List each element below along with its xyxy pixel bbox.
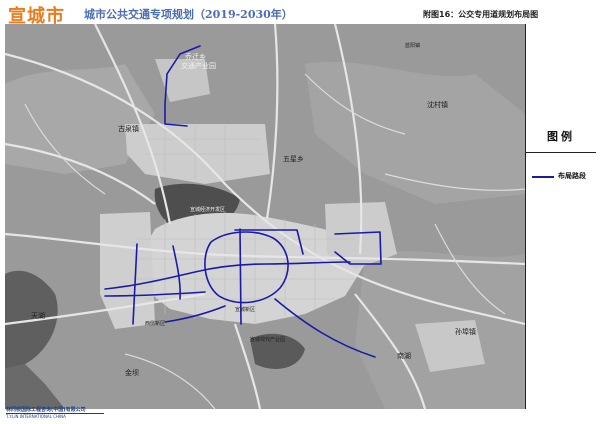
- place-jinba: 金坝: [125, 369, 139, 377]
- urban-west: [100, 212, 155, 329]
- map-graphics: [5, 24, 525, 409]
- company-logo: 林同棪国际工程咨询(中国)有限公司 T.Y.LIN INTERNATIONAL …: [6, 406, 106, 424]
- header-band: 宣城市 城市公共交通专项规划（2019-2030年） 附图16：公交专用道规划布…: [0, 0, 600, 27]
- place-economic-zone: 宣城经济开发区: [190, 207, 226, 213]
- place-lanyang: 蓝阳镇: [405, 43, 421, 49]
- legend-title: 图例: [547, 130, 575, 143]
- map-canvas[interactable]: 乔迁乡 交通产业园 蓝阳镇 沈村镇 古泉镇 五星乡 宣城经济开发区 天湖 孙埠镇…: [5, 24, 525, 409]
- legend-label-route: 布局路段: [558, 172, 586, 180]
- place-wuxing: 五星乡: [283, 155, 304, 163]
- place-jiaotong-park: 交通产业园: [181, 62, 216, 70]
- legend-swatch-route: [532, 176, 554, 178]
- legend-divider: [526, 152, 596, 153]
- place-gushan: 古泉镇: [118, 125, 139, 133]
- map-sheet: 宣城市 城市公共交通专项规划（2019-2030年） 附图16：公交专用道规划布…: [0, 0, 600, 424]
- logo-name-cn: 林同棪国际工程咨询(中国)有限公司: [6, 407, 86, 413]
- sheet-title: 附图16：公交专用道规划布局图: [423, 10, 539, 19]
- place-new-district: 宣城新区: [235, 307, 256, 313]
- place-west-zone: 西侧新区: [145, 321, 166, 327]
- place-tianhu: 天湖: [31, 312, 45, 320]
- legend-panel: 图例 布局路段: [525, 24, 596, 409]
- logo-name-en: T.Y.LIN INTERNATIONAL CHINA: [6, 414, 66, 419]
- place-tech-park: 宣城现代产业园: [250, 337, 286, 343]
- place-nanhu: 南湖: [397, 352, 411, 360]
- plan-title: 城市公共交通专项规划（2019-2030年）: [84, 8, 293, 21]
- place-shencun: 沈村镇: [427, 101, 448, 109]
- place-xiawang: 孙埠镇: [455, 328, 476, 336]
